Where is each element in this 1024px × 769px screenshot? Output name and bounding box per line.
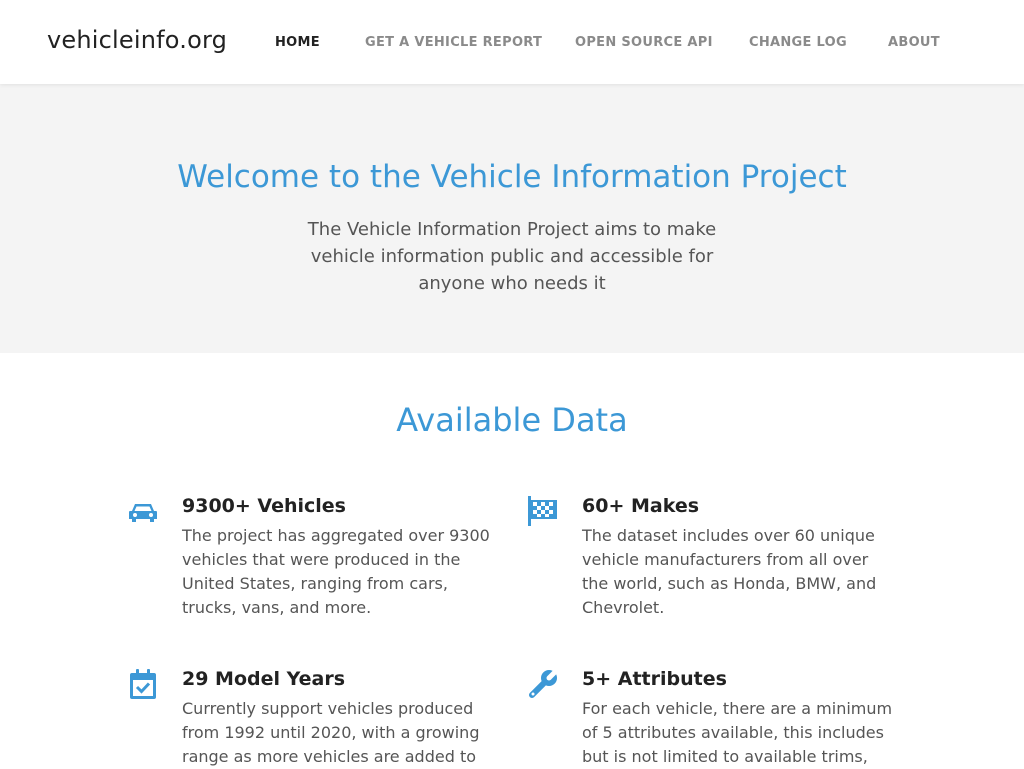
feature-title: 5+ Attributes (582, 668, 727, 690)
nav-open-source-api[interactable]: OPEN SOURCE API (575, 35, 713, 50)
feature-text: Currently support vehicles produced from… (182, 699, 480, 766)
calendar-check-icon (127, 668, 159, 700)
brand-logo[interactable]: vehicleinfo.org (47, 26, 227, 54)
hero-section: Welcome to the Vehicle Information Proje… (0, 84, 1024, 353)
feature-text: For each vehicle, there are a minimum of… (582, 699, 893, 766)
hero-title: Welcome to the Vehicle Information Proje… (177, 159, 847, 195)
checkered-flag-icon (527, 495, 559, 527)
feature-text: The dataset includes over 60 unique vehi… (582, 526, 877, 617)
nav-about[interactable]: ABOUT (888, 35, 940, 50)
feature-text: The project has aggregated over 9300 veh… (182, 526, 490, 617)
nav-home[interactable]: HOME (275, 35, 320, 50)
section-title: Available Data (396, 401, 628, 439)
feature-title: 9300+ Vehicles (182, 495, 346, 517)
nav-change-log[interactable]: CHANGE LOG (749, 35, 847, 50)
navbar: vehicleinfo.org HOME GET A VEHICLE REPOR… (0, 0, 1024, 84)
nav-vehicle-report[interactable]: GET A VEHICLE REPORT (365, 35, 542, 50)
feature-title: 60+ Makes (582, 495, 700, 517)
feature-title: 29 Model Years (182, 668, 346, 690)
hero-description: The Vehicle Information Project aims to … (307, 219, 717, 294)
car-icon (127, 495, 159, 527)
wrench-icon (527, 668, 559, 700)
